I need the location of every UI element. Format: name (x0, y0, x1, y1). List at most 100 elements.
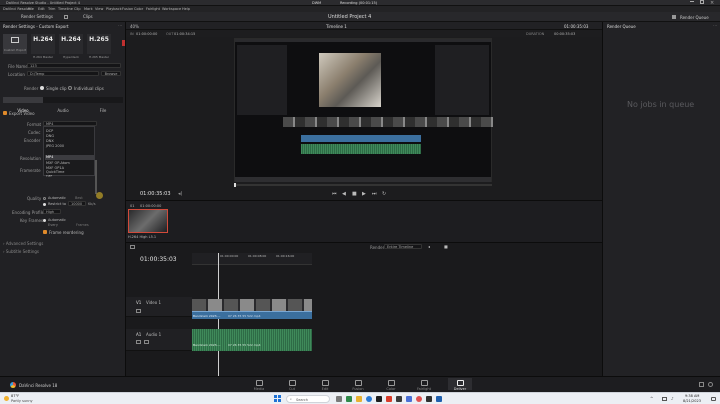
taskbar-search[interactable]: ⌕ Search (286, 395, 330, 403)
menu-item[interactable]: Trim (48, 7, 55, 11)
render-queue-button[interactable]: Render Queue (680, 15, 709, 20)
page-fairlight[interactable]: Fairlight (415, 380, 433, 391)
rewind-icon[interactable]: ◀ (342, 191, 346, 197)
render-range-select[interactable]: Entire Timeline (384, 244, 422, 249)
stop-icon[interactable]: ■ (352, 191, 357, 197)
track-lock-icon[interactable] (136, 309, 141, 313)
format-option[interactable]: DCP (46, 129, 53, 133)
preset-h264-master[interactable]: H.264 H.264 Master (31, 34, 55, 59)
zoom-level[interactable]: 40% (130, 24, 139, 29)
close-icon[interactable]: × (710, 0, 714, 6)
menu-item[interactable]: Workspace (162, 7, 181, 11)
weather-icon[interactable] (4, 396, 9, 401)
key-auto-radio[interactable] (43, 219, 46, 222)
timeline-name[interactable]: Timeline 1 (326, 24, 347, 29)
clip-thumbnail[interactable] (128, 209, 168, 233)
notification-icon[interactable] (711, 397, 716, 401)
mark-in-icon[interactable]: ◂ (428, 244, 430, 249)
format-option[interactable]: TIFF (46, 174, 52, 178)
settings-icon[interactable] (708, 382, 713, 387)
tab-audio[interactable]: Audio (43, 97, 83, 113)
app-icon-1[interactable] (346, 396, 352, 402)
preset-h265-master[interactable]: H.265 H.265 Master (87, 34, 111, 59)
menu-item[interactable]: File (28, 7, 34, 11)
page-color[interactable]: Color (382, 380, 400, 391)
menu-item[interactable]: View (95, 7, 103, 11)
page-media[interactable]: Media (250, 380, 268, 391)
restrict-input[interactable]: 10000 (68, 201, 86, 206)
menu-item[interactable]: Playback (106, 7, 122, 11)
app-icon-3[interactable] (386, 396, 392, 402)
clips-button[interactable]: Clips (80, 13, 96, 21)
preset-hyperdeck[interactable]: H.264 Hyperdeck (59, 34, 83, 59)
video-clip[interactable]: Bandicam 2023-... 07 26 35 55 522.mp4 (192, 311, 312, 319)
menu-item[interactable]: Clip (74, 7, 81, 11)
minimize-icon[interactable] (690, 1, 694, 2)
tab-file[interactable]: File (83, 97, 123, 113)
home-icon[interactable] (699, 382, 704, 387)
play-icon[interactable]: ▶ (362, 191, 366, 197)
encoding-profile-select[interactable]: High (43, 209, 61, 214)
edge-icon[interactable] (366, 396, 372, 402)
subtitle-settings-toggle[interactable]: › Subtitle Settings (3, 249, 39, 254)
audio-mute-icon[interactable] (136, 340, 141, 344)
volume-tray-icon[interactable]: ♪ (671, 396, 674, 401)
volume-icon[interactable]: ◂) (178, 191, 182, 197)
menu-item[interactable]: Timeline (58, 7, 73, 11)
advanced-settings-toggle[interactable]: › Advanced Settings (3, 241, 43, 246)
app-icon-2[interactable] (376, 396, 382, 402)
menu-item[interactable]: Fairlight (146, 7, 160, 11)
scrubber-bar[interactable] (234, 183, 492, 187)
restrict-radio[interactable] (43, 203, 46, 206)
app-icon-7[interactable] (436, 396, 442, 402)
quality-auto-radio[interactable] (43, 197, 46, 200)
video-clip-thumbnails[interactable] (192, 299, 312, 311)
scrubber-playhead[interactable] (234, 183, 236, 187)
menu-item[interactable]: Fusion (122, 7, 133, 11)
format-option[interactable]: DNG (46, 134, 54, 138)
single-clip-radio[interactable] (40, 86, 44, 90)
frame-reorder-checkbox[interactable] (43, 230, 47, 234)
tab-video[interactable]: Video (3, 97, 43, 113)
davinci-taskbar-icon[interactable] (396, 396, 402, 402)
audio-solo-icon[interactable] (144, 340, 149, 344)
file-explorer-icon[interactable] (356, 396, 362, 402)
skip-start-icon[interactable]: ⏮ (332, 191, 337, 197)
more-options-icon[interactable]: ⋯ (118, 23, 122, 28)
tray-chevron-icon[interactable]: ^ (650, 396, 653, 401)
app-icon-5[interactable] (416, 396, 422, 402)
render-settings-button[interactable]: Render Settings (18, 13, 56, 21)
format-option[interactable]: MXF OP1A (46, 166, 64, 170)
file-name-input[interactable]: 123 (27, 63, 121, 68)
page-cut[interactable]: Cut (283, 380, 301, 391)
page-deliver[interactable]: Deliver (448, 378, 472, 391)
timeline-view-icon[interactable] (130, 245, 135, 249)
app-icon-4[interactable] (406, 396, 412, 402)
menu-item[interactable]: DaVinci Resolve (3, 7, 31, 11)
menu-item[interactable]: Mark (84, 7, 93, 11)
network-icon[interactable] (662, 397, 667, 401)
queue-options-icon[interactable]: ⋯ (713, 23, 717, 28)
format-option[interactable]: MXF OP-Atom (46, 161, 70, 165)
format-option[interactable]: DNX (46, 139, 54, 143)
app-icon-6[interactable] (426, 396, 432, 402)
skip-end-icon[interactable]: ⏭ (372, 191, 377, 197)
format-option-selected[interactable]: MP4 (45, 155, 94, 160)
page-edit[interactable]: Edit (316, 380, 334, 391)
menu-item[interactable]: Color (134, 7, 143, 11)
maximize-icon[interactable] (700, 0, 704, 4)
menu-item[interactable]: Help (182, 7, 190, 11)
loop-icon[interactable]: ↻ (382, 191, 386, 197)
format-option[interactable]: JPEG 2000 (46, 144, 64, 148)
location-input[interactable]: D:\Temp (27, 71, 99, 76)
mark-out-icon[interactable]: ■ (444, 244, 448, 249)
menu-item[interactable]: Edit (38, 7, 45, 11)
individual-clips-radio[interactable] (68, 86, 72, 90)
browse-button[interactable]: Browse (101, 71, 121, 76)
task-view-icon[interactable] (336, 396, 342, 402)
preset-custom-export[interactable]: Custom Export (3, 34, 27, 54)
settings-scrollbar[interactable] (95, 160, 97, 194)
export-video-checkbox[interactable] (3, 111, 7, 115)
page-fusion[interactable]: Fusion (349, 380, 367, 391)
audio-clip[interactable]: Bandicam 2023-... 07 26 35 55 522.mp4 (192, 329, 312, 351)
